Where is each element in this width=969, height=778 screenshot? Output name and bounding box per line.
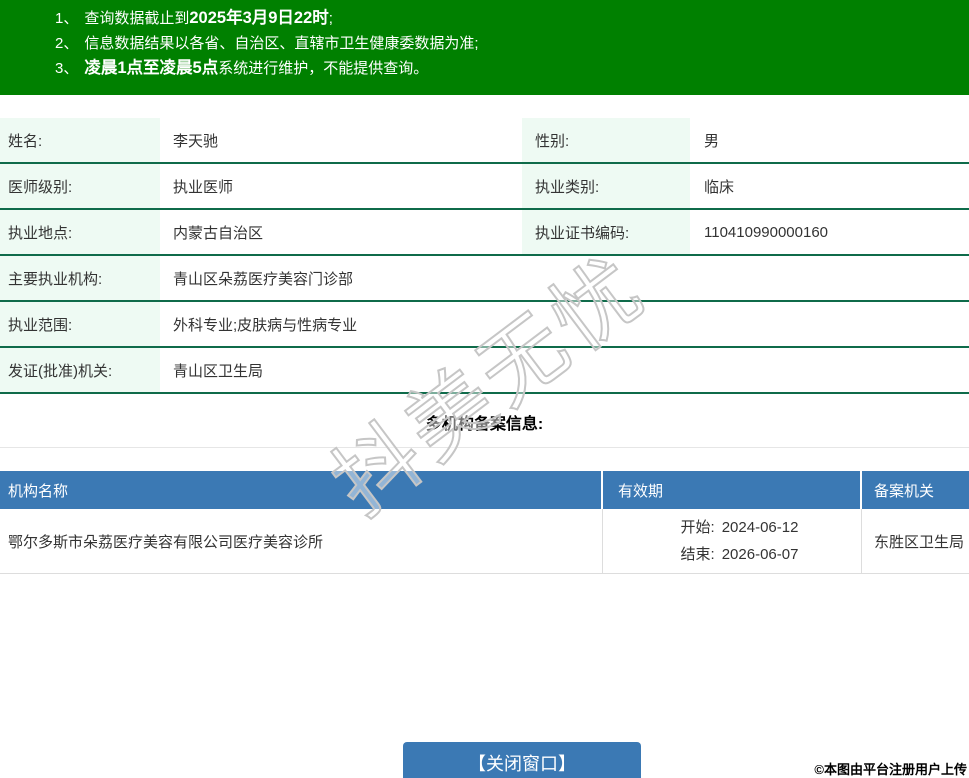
name-value: 李天驰 — [173, 132, 219, 150]
info-row-main-institution: 主要执业机构: 青山区朵荔医疗美容门诊部 — [0, 256, 969, 302]
notice-line-2: 2、 信息数据结果以各省、自治区、直辖市卫生健康委数据为准; — [0, 31, 969, 56]
notice-line-3: 3、 凌晨1点至凌晨5点系统进行维护，不能提供查询。 — [0, 56, 969, 81]
notice-number: 3、 — [55, 60, 79, 77]
practice-scope-value: 外科专业;皮肤病与性病专业 — [173, 316, 358, 334]
issuing-authority-label: 发证(批准)机关: — [0, 348, 160, 392]
info-row-location-certno: 执业地点: 内蒙古自治区 执业证书编码: 110410990000160 — [0, 210, 969, 256]
filing-authority-value: 东胜区卫生局 — [874, 533, 965, 551]
section-divider — [0, 447, 969, 448]
notice-text-bold: 凌晨1点至凌晨5点 — [84, 59, 219, 77]
filing-validity-cell: 开始: 2024-06-12 结束: 2026-06-07 — [603, 509, 862, 573]
filing-table-header: 机构名称 有效期 备案机关 — [0, 471, 969, 509]
practice-category-label: 执业类别: — [522, 164, 690, 208]
main-institution-value: 青山区朵荔医疗美容门诊部 — [173, 270, 354, 288]
notice-text-bold: 2025年3月9日22时 — [189, 9, 329, 27]
info-row-issuing-authority: 发证(批准)机关: 青山区卫生局 — [0, 348, 969, 394]
practice-location-label: 执业地点: — [0, 210, 160, 254]
validity-end-label: 结束: — [680, 546, 715, 563]
validity-end-date: 2026-06-07 — [721, 546, 799, 563]
multi-institution-section-title: 多机构备案信息: — [425, 416, 544, 433]
copyright-note: ©本图由平台注册用户上传 — [814, 762, 967, 777]
doctor-level-value: 执业医师 — [173, 178, 234, 196]
filing-table-row: 鄂尔多斯市朵荔医疗美容有限公司医疗美容诊所 开始: 2024-06-12 结束: 2… — [0, 509, 969, 574]
notice-text: 系统进行维护，不能提供查询。 — [218, 60, 429, 77]
validity-start-date: 2024-06-12 — [721, 519, 799, 536]
close-window-button[interactable]: 【关闭窗口】 — [403, 742, 641, 778]
validity-start: 开始: 2024-06-12 — [681, 514, 799, 541]
notice-line-1: 1、 查询数据截止到2025年3月9日22时; — [0, 6, 969, 31]
org-name-column-header: 机构名称 — [0, 471, 603, 509]
validity-end: 结束: 2026-06-07 — [681, 541, 799, 568]
name-label: 姓名: — [0, 118, 160, 162]
notice-text: 查询数据截止到 — [84, 10, 190, 27]
info-row-level-category: 医师级别: 执业医师 执业类别: 临床 — [0, 164, 969, 210]
practice-category-value: 临床 — [704, 178, 735, 196]
main-institution-label: 主要执业机构: — [0, 256, 160, 300]
info-row-name-gender: 姓名: 李天驰 性别: 男 — [0, 118, 969, 164]
gender-label: 性别: — [522, 118, 690, 162]
notice-text: ; — [328, 10, 333, 27]
practitioner-query-result-page: 1、 查询数据截止到2025年3月9日22时; 2、 信息数据结果以各省、自治区、直… — [0, 0, 969, 778]
certificate-number-value: 110410990000160 — [704, 223, 829, 241]
doctor-level-label: 医师级别: — [0, 164, 160, 208]
notice-banner: 1、 查询数据截止到2025年3月9日22时; 2、 信息数据结果以各省、自治区、直… — [0, 0, 969, 95]
validity-column-header: 有效期 — [603, 471, 862, 509]
notice-text: 信息数据结果以各省、自治区、直辖市卫生健康委数据为准; — [84, 35, 479, 52]
notice-number: 1、 — [55, 10, 79, 27]
validity-start-label: 开始: — [680, 519, 715, 536]
gender-value: 男 — [704, 132, 720, 150]
practice-scope-label: 执业范围: — [0, 302, 160, 346]
filing-table: 机构名称 有效期 备案机关 鄂尔多斯市朵荔医疗美容有限公司医疗美容诊所 开始: 2… — [0, 471, 969, 574]
practice-location-value: 内蒙古自治区 — [173, 224, 264, 242]
certificate-number-label: 执业证书编码: — [522, 210, 690, 254]
filing-authority-column-header: 备案机关 — [874, 482, 935, 500]
practitioner-info-table: 姓名: 李天驰 性别: 男 医师级别: 执业医师 执业类别: 临床 执业地点: … — [0, 118, 969, 394]
issuing-authority-value: 青山区卫生局 — [173, 362, 264, 380]
info-row-practice-scope: 执业范围: 外科专业;皮肤病与性病专业 — [0, 302, 969, 348]
notice-number: 2、 — [55, 35, 79, 52]
filing-org-name: 鄂尔多斯市朵荔医疗美容有限公司医疗美容诊所 — [0, 509, 603, 573]
